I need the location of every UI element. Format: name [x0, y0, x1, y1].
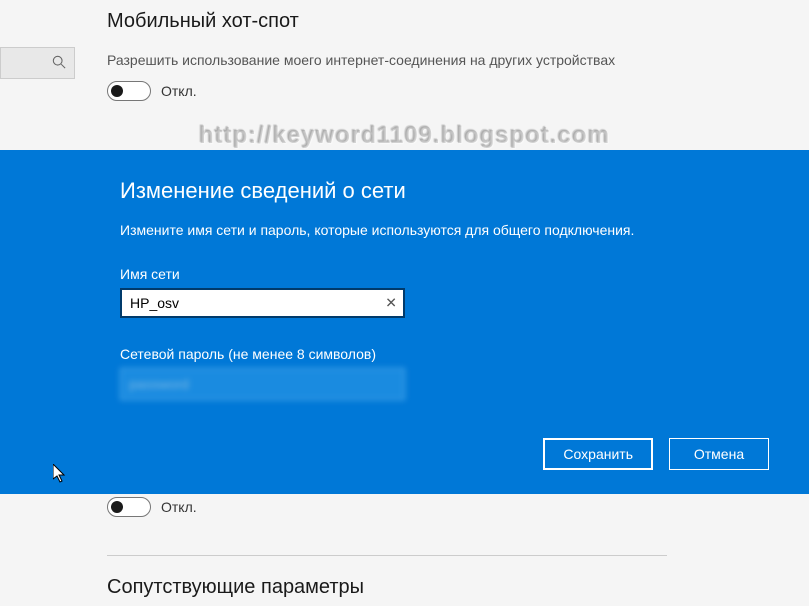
modal-description: Измените имя сети и пароль, которые испо…	[120, 222, 699, 238]
hotspot-title: Мобильный хот-спот	[107, 0, 809, 33]
divider	[107, 555, 667, 556]
save-button[interactable]: Сохранить	[543, 438, 653, 470]
edit-network-modal: Изменение сведений о сети Измените имя с…	[0, 150, 809, 494]
search-box[interactable]	[0, 47, 75, 79]
network-name-input[interactable]	[120, 288, 405, 318]
close-icon: ✕	[385, 295, 397, 311]
search-icon	[52, 55, 66, 72]
modal-title: Изменение сведений о сети	[120, 178, 699, 204]
secondary-toggle-label: Откл.	[161, 499, 197, 515]
hotspot-description: Разрешить использование моего интернет-с…	[107, 51, 809, 71]
cancel-button[interactable]: Отмена	[669, 438, 769, 470]
hotspot-toggle-label: Откл.	[161, 83, 197, 99]
toggle-knob	[111, 501, 123, 513]
network-name-label: Имя сети	[120, 266, 699, 282]
watermark-text: http://keyword1109.blogspot.com	[199, 122, 610, 150]
secondary-toggle[interactable]	[107, 497, 151, 517]
hotspot-toggle[interactable]	[107, 81, 151, 101]
password-input[interactable]	[120, 368, 405, 400]
related-params-title: Сопутствующие параметры	[107, 576, 809, 599]
password-label: Сетевой пароль (не менее 8 символов)	[120, 346, 699, 362]
clear-input-button[interactable]: ✕	[385, 295, 397, 312]
toggle-knob	[111, 85, 123, 97]
